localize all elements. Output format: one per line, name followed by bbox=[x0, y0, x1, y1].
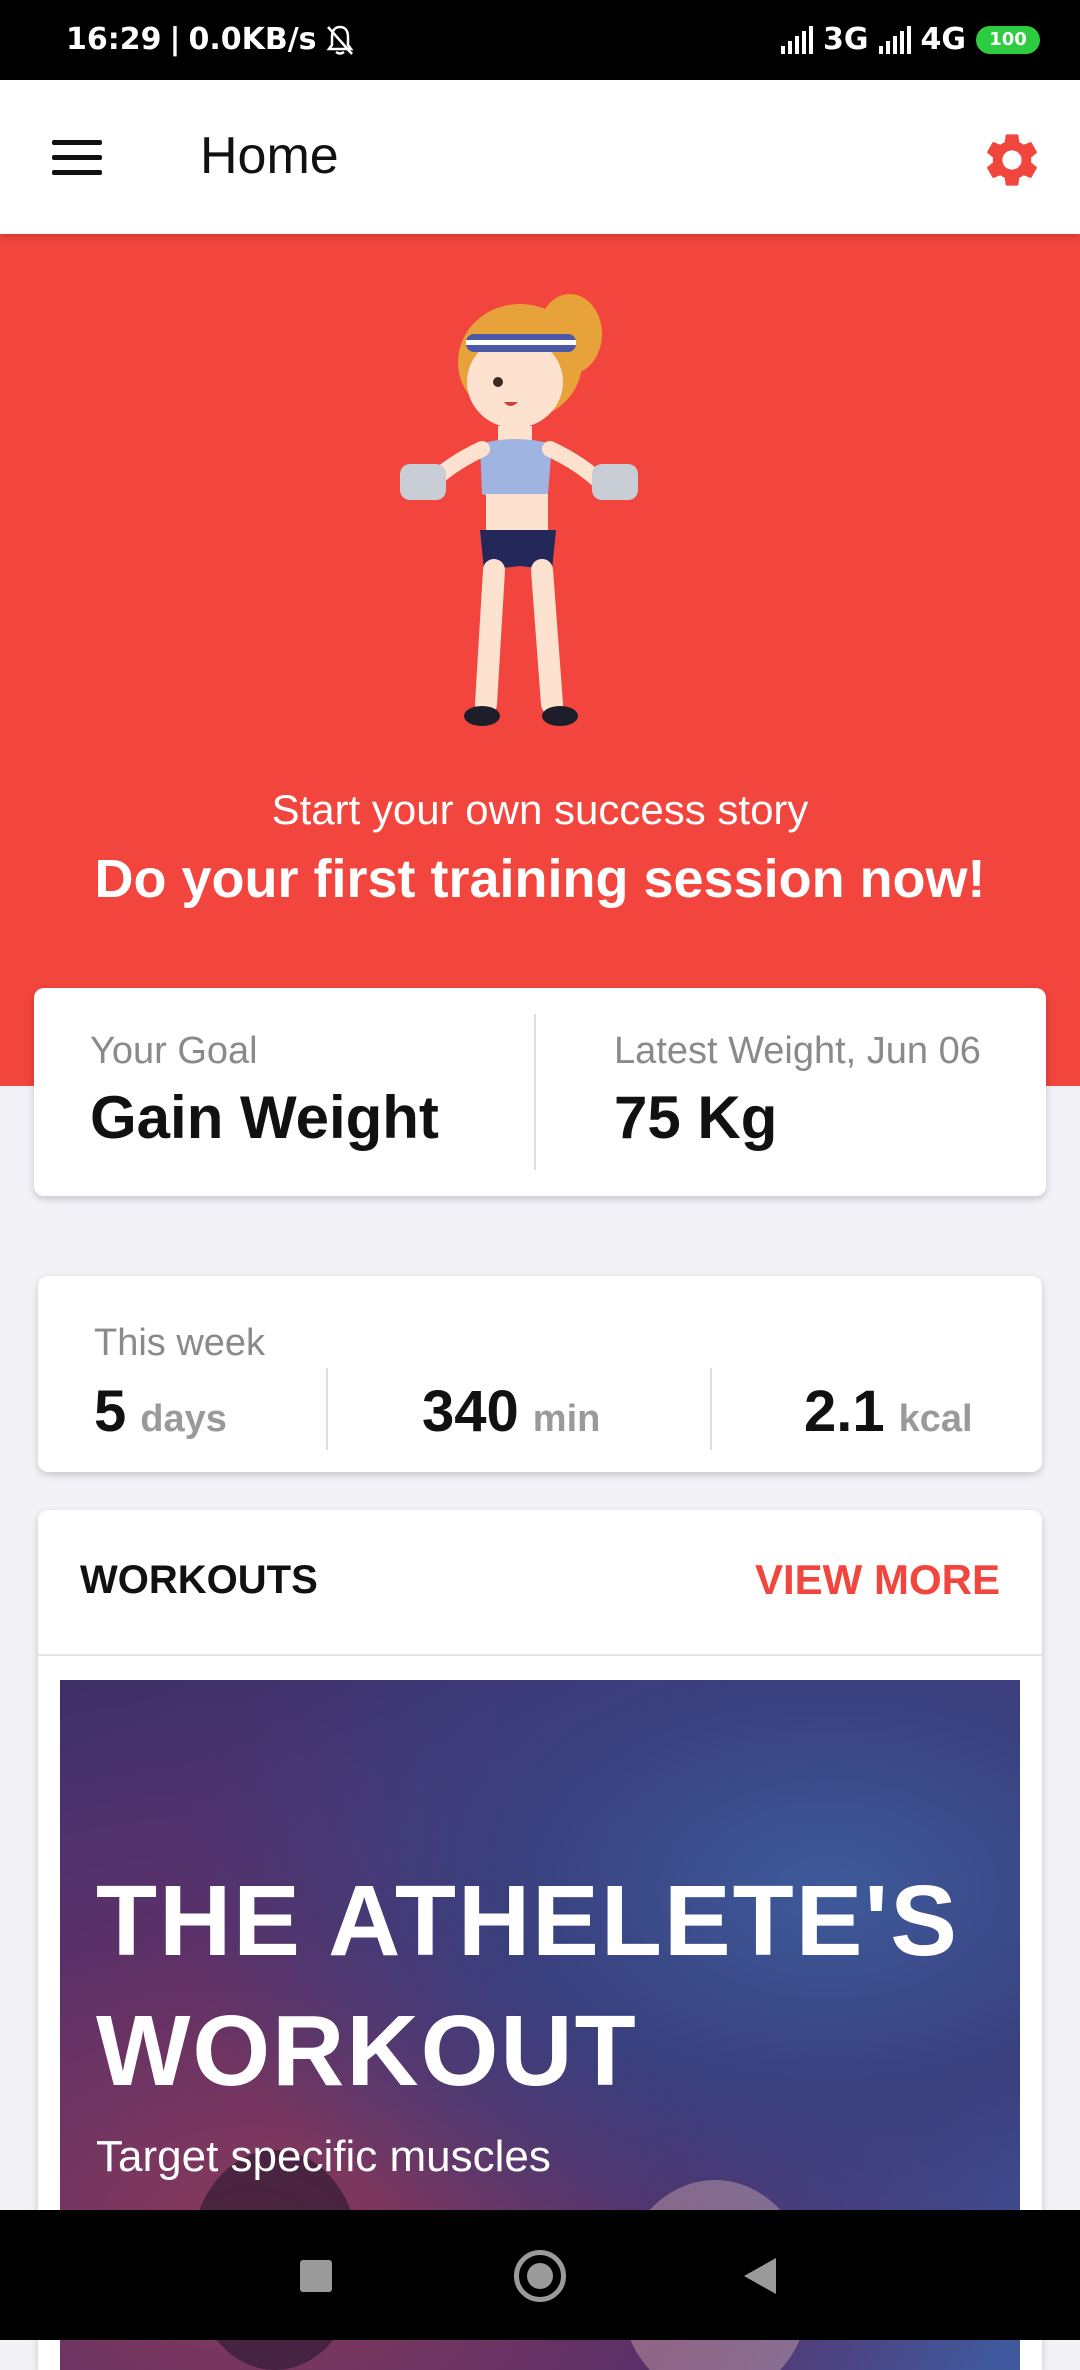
kcal-stat: 2.1 kcal bbox=[804, 1378, 973, 1445]
goal-card: Your Goal Gain Weight Latest Weight, Jun… bbox=[34, 988, 1046, 1196]
workouts-header: WORKOUTS VIEW MORE bbox=[38, 1510, 1042, 1656]
hamburger-menu-icon[interactable] bbox=[52, 140, 102, 176]
weekly-stats-card: This week 5 days 340 min 2.1 kcal bbox=[38, 1276, 1042, 1472]
status-time: 16:29 bbox=[66, 22, 162, 57]
view-more-button[interactable]: VIEW MORE bbox=[755, 1556, 1000, 1604]
banner-subtitle: Target specific muscles bbox=[96, 2132, 551, 2181]
days-stat: 5 days bbox=[94, 1378, 227, 1445]
network-type-3g: 3G bbox=[823, 22, 869, 57]
weight-column: Latest Weight, Jun 06 75 Kg bbox=[614, 1030, 981, 1152]
back-icon[interactable] bbox=[744, 2258, 776, 2294]
minutes-value: 340 bbox=[422, 1379, 519, 1444]
days-unit: days bbox=[140, 1398, 227, 1440]
workouts-title: WORKOUTS bbox=[80, 1558, 318, 1602]
hero-subtitle: Start your own success story bbox=[271, 786, 809, 833]
signal-strength-icon bbox=[781, 25, 813, 54]
hero-title: Do your first training session now! bbox=[94, 849, 986, 909]
bell-off-icon bbox=[326, 25, 354, 55]
kcal-unit: kcal bbox=[898, 1398, 973, 1440]
app-bar: Home bbox=[0, 80, 1080, 234]
system-nav-bar bbox=[0, 2210, 1080, 2340]
kcal-value: 2.1 bbox=[804, 1379, 885, 1444]
workout-girl-illustration bbox=[400, 294, 638, 726]
recent-apps-icon[interactable] bbox=[300, 2260, 332, 2292]
banner-title-line1: THE ATHELETE'S bbox=[96, 1865, 959, 1977]
goal-label: Your Goal bbox=[90, 1030, 258, 1072]
network-type-4g: 4G bbox=[920, 22, 967, 57]
minutes-unit: min bbox=[532, 1398, 601, 1440]
goal-value: Gain Weight bbox=[90, 1084, 439, 1151]
banner-title: THE ATHELETE'S WORKOUT bbox=[96, 1856, 959, 2116]
status-bar: 16:29 | 0.0KB/s 3G 4G 100 bbox=[0, 0, 1080, 80]
signal-strength-icon-2 bbox=[878, 25, 911, 54]
hero-banner: Start your own success story Do your fir… bbox=[0, 234, 1080, 1086]
minutes-stat: 340 min bbox=[422, 1378, 600, 1445]
page-title: Home bbox=[200, 127, 339, 185]
home-icon[interactable] bbox=[514, 2250, 566, 2302]
days-value: 5 bbox=[94, 1379, 127, 1444]
latest-weight-value: 75 Kg bbox=[614, 1084, 778, 1151]
divider bbox=[326, 1368, 328, 1450]
battery-icon: 100 bbox=[976, 25, 1040, 54]
gear-icon[interactable] bbox=[980, 128, 1044, 192]
this-week-label: This week bbox=[94, 1322, 266, 1364]
divider bbox=[710, 1368, 712, 1450]
latest-weight-label: Latest Weight, Jun 06 bbox=[614, 1030, 981, 1072]
divider bbox=[534, 1014, 536, 1170]
status-network-speed: 0.0KB/s bbox=[188, 22, 317, 57]
goal-column: Your Goal Gain Weight bbox=[90, 1030, 439, 1152]
banner-title-line2: WORKOUT bbox=[96, 1995, 638, 2107]
